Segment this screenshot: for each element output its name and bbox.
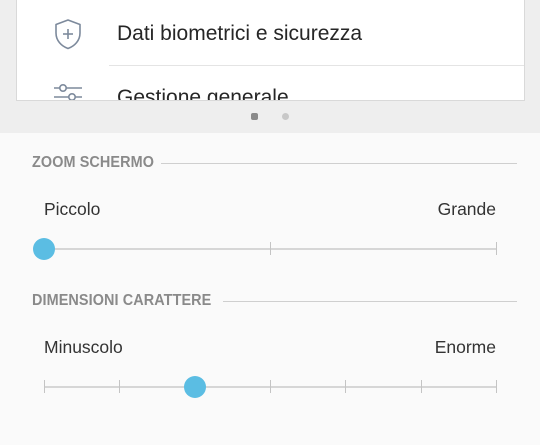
page-dot-active[interactable] [251,113,258,120]
slider-tick [496,242,497,255]
preview-item-biometrics: Dati biometrici e sicurezza [17,2,524,66]
preview-item-label: Dati biometrici e sicurezza [117,22,363,45]
font-size-max-label: Enorme [434,337,496,357]
screen-zoom-header: ZOOM SCHERMO [32,154,517,172]
zoom-max-label: Grande [437,199,496,219]
screen-zoom-slider[interactable] [33,234,497,264]
font-size-header: DIMENSIONI CARATTERE [32,292,517,310]
page-dot[interactable] [282,113,289,120]
shield-plus-icon [55,19,81,50]
slider-tick [270,242,271,255]
slider-thumb[interactable] [183,376,206,398]
slider-tick [345,380,346,393]
slider-tick [421,380,422,393]
font-preview-area: Dati biometrici e sicurezza Gestione gen… [0,0,540,133]
slider-tick [44,380,45,393]
section-divider [161,162,517,164]
slider-thumb[interactable] [33,238,55,260]
section-title: DIMENSIONI CARATTERE [32,292,212,309]
slider-tick [270,380,271,393]
preview-item-general-management: Gestione generale [17,66,524,101]
settings-panel: ZOOM SCHERMO Piccolo Grande DIMENSIONI C… [0,133,540,445]
zoom-min-label: Piccolo [44,199,101,219]
font-size-slider[interactable] [44,372,497,402]
section-title: ZOOM SCHERMO [32,154,155,171]
slider-tick [496,380,497,393]
font-size-min-label: Minuscolo [44,337,123,357]
slider-tick [119,380,120,393]
preview-page-indicator [0,113,540,121]
sliders-icon [54,84,82,100]
section-divider [222,300,517,302]
settings-preview-card: Dati biometrici e sicurezza Gestione gen… [16,0,525,101]
preview-item-label: Gestione generale [117,86,289,101]
